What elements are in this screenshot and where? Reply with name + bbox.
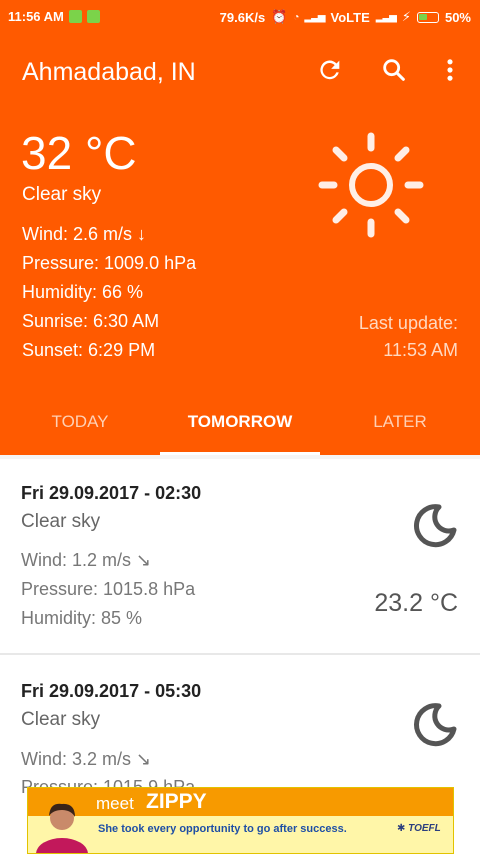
current-sunrise: Sunrise: 6:30 AM bbox=[22, 311, 160, 331]
last-update-label: Last update: bbox=[358, 313, 458, 333]
tab-today[interactable]: TODAY bbox=[0, 389, 160, 455]
current-description: Clear sky bbox=[22, 184, 102, 205]
ad-banner[interactable]: meet ZIPPY She took every opportunity to… bbox=[27, 787, 454, 854]
forecast-wind: Wind: 1.2 m/s ↘ bbox=[21, 550, 152, 570]
city-title: Ahmadabad, IN bbox=[22, 58, 196, 86]
charging-icon: ⚡ bbox=[401, 9, 411, 24]
tab-later[interactable]: LATER bbox=[320, 389, 480, 455]
ad-logo-glyph: ✱ bbox=[397, 823, 406, 834]
ad-header-band bbox=[28, 788, 453, 816]
current-sunset: Sunset: 6:29 PM bbox=[22, 340, 156, 360]
more-vert-icon[interactable] bbox=[436, 56, 464, 84]
ad-tagline: She took every opportunity to go after s… bbox=[98, 823, 347, 835]
alarm-icon: ⏰ bbox=[271, 9, 288, 24]
current-wind: Wind: 2.6 m/s ↓ bbox=[22, 224, 147, 244]
forecast-description: Clear sky bbox=[21, 709, 101, 730]
current-temperature: 32 °C bbox=[21, 127, 137, 179]
forecast-card[interactable]: Fri 29.09.2017 - 02:30 Clear sky Wind: 1… bbox=[0, 459, 480, 653]
notification-icon bbox=[68, 10, 82, 23]
refresh-icon[interactable] bbox=[316, 56, 344, 84]
ad-logo-text: TOEFL bbox=[408, 823, 441, 834]
ad-toefl-logo: ✱ TOEFL bbox=[397, 823, 441, 834]
network-type: VoLTE bbox=[330, 9, 370, 25]
moon-icon bbox=[414, 703, 457, 747]
forecast-description: Clear sky bbox=[21, 511, 101, 532]
forecast-pressure: Pressure: 1015.8 hPa bbox=[21, 579, 196, 599]
moon-icon bbox=[414, 504, 457, 548]
forecast-wind: Wind: 3.2 m/s ↘ bbox=[21, 749, 152, 769]
signal-icon: ▂▃▅ bbox=[304, 11, 325, 23]
forecast-datetime: Fri 29.09.2017 - 05:30 bbox=[21, 681, 202, 701]
current-humidity: Humidity: 66 % bbox=[22, 282, 144, 302]
last-update-time: 11:53 AM bbox=[383, 340, 458, 360]
battery-icon bbox=[416, 11, 439, 23]
search-icon[interactable] bbox=[380, 56, 408, 84]
tab-indicator bbox=[160, 452, 320, 455]
signal-icon-2: ▂▃▅ bbox=[375, 11, 397, 23]
network-speed: 79.6K/s bbox=[219, 9, 266, 25]
weather-header: Ahmadabad, IN 32 °C Clear sky Wind: 2.6 … bbox=[0, 34, 480, 455]
forecast-tabs: TODAY TOMORROW LATER bbox=[0, 389, 480, 455]
ad-person-image bbox=[36, 803, 88, 853]
battery-percent: 50% bbox=[444, 9, 471, 25]
status-time: 11:56 AM bbox=[8, 9, 64, 24]
wifi-icon: ◔ bbox=[293, 11, 299, 23]
message-icon bbox=[86, 10, 100, 23]
forecast-humidity: Humidity: 85 % bbox=[21, 608, 143, 628]
status-bar: 11:56 AM 79.6K/s ⏰ ◔ ▂▃▅ VoLTE ▂▃▅ ⚡ 50% bbox=[0, 0, 480, 34]
current-pressure: Pressure: 1009.0 hPa bbox=[22, 253, 197, 273]
forecast-temperature: 23.2 °C bbox=[374, 589, 458, 617]
ad-meet-text: meet bbox=[96, 794, 134, 813]
forecast-datetime: Fri 29.09.2017 - 02:30 bbox=[21, 483, 202, 503]
sun-icon bbox=[318, 132, 424, 238]
ad-zippy-title: ZIPPY bbox=[146, 790, 207, 813]
tab-tomorrow[interactable]: TOMORROW bbox=[160, 389, 320, 455]
